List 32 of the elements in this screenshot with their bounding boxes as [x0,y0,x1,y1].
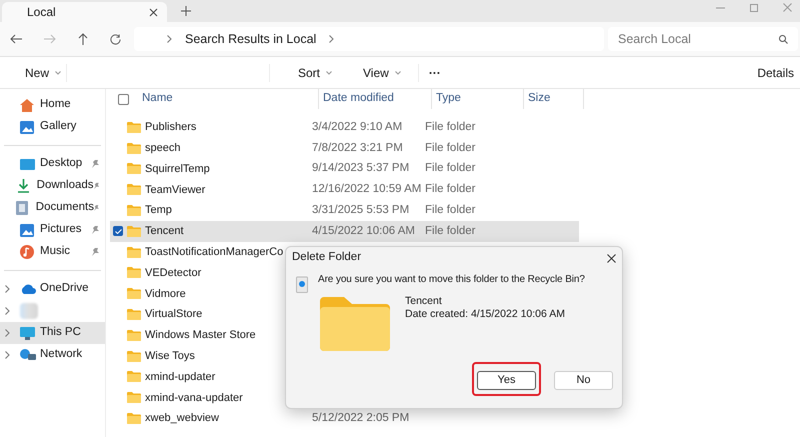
file-name: Publishers [145,120,196,136]
file-name: VEDetector [145,266,202,281]
dialog-message: Are you sure you want to move this folder to the Recycle Bin? [318,273,585,287]
file-name: xmind-vana-updater [145,390,243,406]
file-name: ToastNotificationManagerCo [145,244,284,260]
date-modified: 5/12/2022 2:05 PM [312,412,410,424]
file-name: SquirrelTemp [145,162,210,177]
date-modified: 3/31/2025 5:53 PM [312,204,410,216]
file-name: Windows Master Store [145,328,256,344]
item-date-created: Date created: 4/15/2022 10:06 AM [405,308,565,321]
file-name: speech [145,140,180,156]
dialog-title: Delete Folder [292,250,362,266]
file-type: File folder [425,120,476,133]
file-type: File folder [425,162,476,174]
file-type: File folder [425,142,476,154]
file-name: xweb_webview [145,411,219,426]
date-modified: 7/8/2022 3:21 PM [312,142,403,154]
file-name: Wise Toys [145,348,195,364]
file-name: xmind-updater [145,370,216,385]
file-type: File folder [425,204,476,216]
file-name: TeamViewer [145,182,206,198]
date-modified: 9/14/2023 5:37 PM [312,162,410,174]
file-name: Tencent [145,224,184,240]
file-name: VirtualStore [145,307,202,322]
date-modified: 4/15/2022 10:06 AM [312,224,415,237]
file-type: File folder [425,183,476,196]
date-modified: 3/4/2022 9:10 AM [312,120,402,133]
item-name: Tencent [405,295,443,308]
date-modified: 12/16/2022 10:59 AM [312,183,422,196]
file-name: Vidmore [145,286,186,302]
file-name: Temp [145,203,172,218]
file-type: File folder [425,224,476,237]
